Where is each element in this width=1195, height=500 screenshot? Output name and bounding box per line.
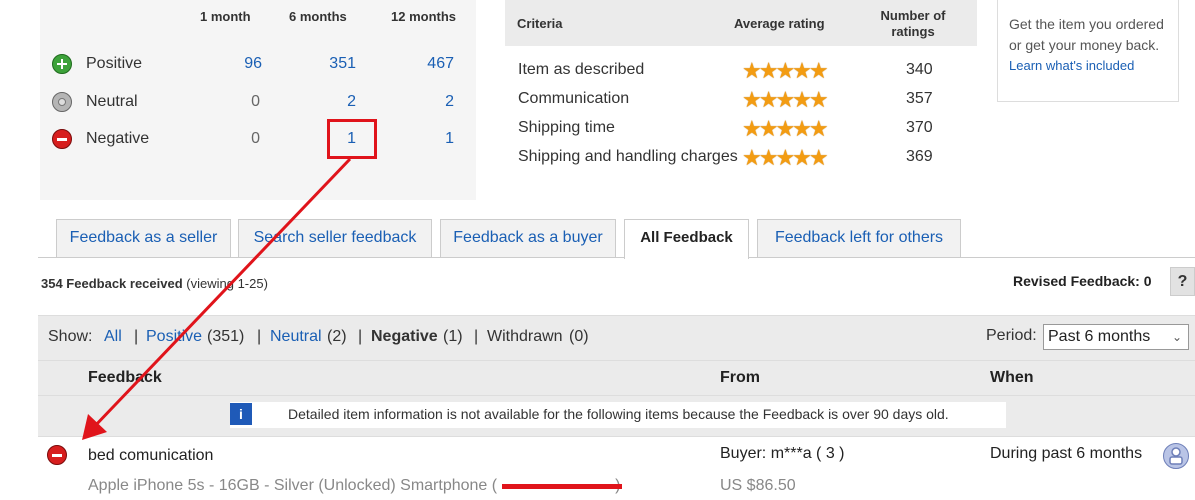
- filter-neutral-link[interactable]: Neutral: [270, 328, 322, 346]
- negative-1m-value: 0: [251, 130, 260, 147]
- tab-search-seller-feedback[interactable]: Search seller feedback: [238, 219, 432, 257]
- neutral-1m-value: 0: [251, 93, 260, 110]
- chevron-down-icon: ⌄: [1171, 330, 1182, 344]
- feedback-column-headers: Feedback From When: [38, 360, 1195, 395]
- dsr-header: Criteria Average rating Number of rating…: [505, 0, 977, 46]
- dsr-count: 340: [906, 61, 933, 78]
- user-icon[interactable]: [1163, 443, 1189, 469]
- col-12-months: 12 months: [391, 9, 457, 24]
- neutral-6m-link[interactable]: 2: [316, 93, 356, 111]
- withdrawn-count: (0): [569, 328, 589, 345]
- star-rating-icon: ★★★★★: [742, 87, 829, 112]
- negative-12m-link[interactable]: 1: [414, 130, 454, 148]
- period-select[interactable]: Past 6 months ⌄: [1043, 324, 1189, 350]
- period-label: Period:: [986, 327, 1037, 344]
- annotation-highlight-box: [327, 119, 377, 159]
- help-icon[interactable]: ?: [1170, 267, 1195, 296]
- dsr-row: Shipping and handling charges ★★★★★ 369: [518, 145, 968, 172]
- dsr-row: Communication ★★★★★ 357: [518, 87, 968, 114]
- dsr-criteria: Communication: [518, 90, 630, 107]
- positive-6m-link[interactable]: 351: [316, 55, 356, 73]
- filter-all-link[interactable]: All: [104, 328, 122, 346]
- separator: |: [358, 328, 363, 345]
- neutral-icon: [52, 92, 72, 112]
- positive-icon: [52, 54, 72, 74]
- dsr-count: 369: [906, 148, 933, 165]
- star-rating-icon: ★★★★★: [742, 116, 829, 141]
- info-notice: i Detailed item information is not avail…: [230, 402, 1006, 428]
- money-back-guarantee-box: Get the item you ordered or get your mon…: [997, 0, 1179, 102]
- average-rating-header: Average rating: [734, 16, 825, 31]
- redaction-mark: [502, 484, 622, 489]
- info-notice-row: i Detailed item information is not avail…: [38, 395, 1195, 437]
- neutral-12m-link[interactable]: 2: [414, 93, 454, 111]
- feedback-comment: bed comunication: [88, 447, 214, 464]
- dsr-criteria: Shipping time: [518, 119, 615, 136]
- dsr-row: Shipping time ★★★★★ 370: [518, 116, 968, 143]
- tab-all-feedback[interactable]: All Feedback: [624, 219, 749, 259]
- revised-feedback-count: Revised Feedback: 0: [1013, 273, 1152, 289]
- learn-included-link[interactable]: Learn what's included: [1009, 58, 1134, 73]
- info-text: Detailed item information is not availab…: [288, 406, 949, 422]
- info-icon: i: [230, 403, 252, 425]
- positive-1m-link[interactable]: 96: [222, 55, 262, 73]
- col-1-month: 1 month: [200, 9, 251, 24]
- filter-negative-selected[interactable]: Negative: [371, 328, 438, 346]
- negative-feedback-icon: [47, 445, 67, 465]
- filter-withdrawn[interactable]: Withdrawn: [487, 328, 563, 346]
- tab-feedback-as-buyer[interactable]: Feedback as a buyer: [440, 219, 616, 257]
- show-label: Show:: [48, 328, 93, 345]
- positive-12m-link[interactable]: 467: [414, 55, 454, 73]
- separator: |: [134, 328, 139, 345]
- tab-feedback-as-seller[interactable]: Feedback as a seller: [56, 219, 231, 257]
- negative-label: Negative: [86, 130, 150, 147]
- received-total: 354 Feedback received: [41, 276, 183, 291]
- filter-bar: Show: All | Positive (351) | Neutral (2)…: [38, 315, 1195, 360]
- positive-label: Positive: [86, 55, 143, 72]
- dsr-count: 357: [906, 90, 933, 107]
- feedback-column: Feedback: [88, 369, 162, 386]
- dsr-criteria: Item as described: [518, 61, 645, 78]
- positive-count: (351): [207, 328, 245, 345]
- guarantee-text: Get the item you ordered or get your mon…: [1009, 16, 1164, 53]
- filter-positive-link[interactable]: Positive: [146, 328, 202, 346]
- negative-count: (1): [443, 328, 463, 345]
- when-column: When: [990, 369, 1034, 386]
- tab-feedback-left-for-others[interactable]: Feedback left for others: [757, 219, 961, 257]
- criteria-header: Criteria: [517, 16, 563, 31]
- separator: |: [257, 328, 262, 345]
- period-value: Past 6 months: [1048, 328, 1151, 345]
- col-6-months: 6 months: [289, 9, 347, 24]
- dsr-row: Item as described ★★★★★ 340: [518, 58, 968, 85]
- negative-icon: [52, 129, 72, 149]
- feedback-when: During past 6 months: [990, 445, 1143, 462]
- neutral-count: (2): [327, 328, 347, 345]
- number-of-ratings-header: Number of ratings: [880, 8, 946, 39]
- star-rating-icon: ★★★★★: [742, 145, 829, 170]
- dsr-count: 370: [906, 119, 933, 136]
- feedback-from[interactable]: Buyer: m***a ( 3 ): [720, 445, 844, 463]
- item-title-text: Apple iPhone 5s - 16GB - Silver (Unlocke…: [88, 477, 498, 494]
- star-rating-icon: ★★★★★: [742, 58, 829, 83]
- viewing-range: (viewing 1-25): [186, 276, 268, 291]
- feedback-price: US $86.50: [720, 477, 796, 494]
- neutral-label: Neutral: [86, 93, 138, 110]
- user-icon-glyph: [1169, 447, 1183, 465]
- tab-divider: [38, 257, 1195, 258]
- feedback-received-count: 354 Feedback received (viewing 1-25): [41, 276, 268, 291]
- separator: |: [474, 328, 479, 345]
- dsr-criteria: Shipping and handling charges: [518, 148, 738, 165]
- from-column: From: [720, 369, 760, 386]
